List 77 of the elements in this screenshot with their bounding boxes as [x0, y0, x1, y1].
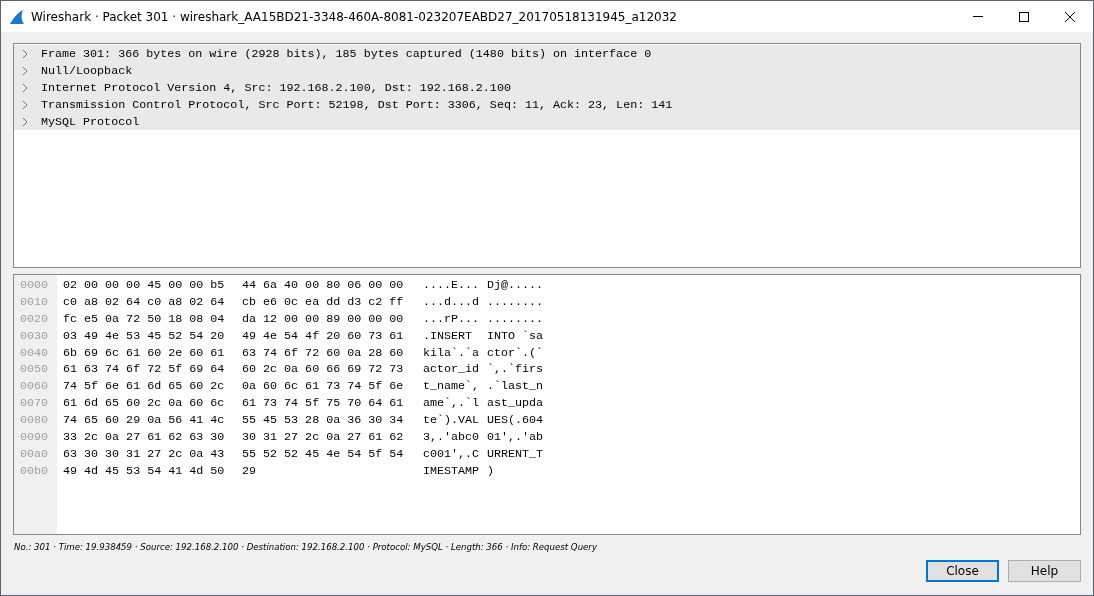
ascii-text: ....E... — [423, 277, 481, 294]
hex-bytes: 0a 60 6c 61 73 74 5f 6e — [242, 378, 405, 396]
ascii-text: INTO `sa — [487, 327, 545, 345]
chevron-right-icon[interactable] — [21, 117, 29, 126]
hex-bytes: 49 4e 54 4f 20 60 73 61 — [242, 327, 405, 345]
byte-offset: 0060 — [19, 378, 50, 396]
byte-offset: 0090 — [19, 429, 50, 446]
ascii-text: `,.`firs — [487, 361, 545, 379]
byte-offset: 0030 — [19, 327, 50, 345]
hex-bytes: 63 74 6f 72 60 0a 28 60 — [242, 344, 405, 362]
ascii-text: te`).VAL — [423, 412, 481, 430]
ascii-text: ast_upda — [487, 395, 545, 413]
hex-bytes: 30 31 27 2c 0a 27 61 62 — [242, 429, 405, 446]
ascii-text: .INSERT — [423, 327, 474, 345]
hex-bytes: 33 2c 0a 27 61 62 63 30 — [63, 429, 226, 446]
hex-bytes: 74 5f 6e 61 6d 65 60 2c — [63, 378, 226, 396]
help-button[interactable]: Help — [1008, 560, 1081, 582]
ascii-text: 3,.'abc0 — [423, 429, 481, 446]
ascii-text: Dj@..... — [487, 277, 545, 294]
ascii-text: ctor`.(` — [487, 344, 545, 362]
shark-fin-icon — [9, 8, 25, 25]
hex-bytes: 55 45 53 28 0a 36 30 34 — [242, 412, 405, 430]
ascii-text: ........ — [487, 310, 545, 328]
byte-offset: 0070 — [19, 395, 50, 413]
byte-offset: 00a0 — [19, 445, 50, 463]
hex-bytes: 61 73 74 5f 75 70 64 61 — [242, 395, 405, 413]
hex-bytes: 49 4d 45 53 54 41 4d 50 — [63, 462, 226, 480]
ascii-text: ...rP... — [423, 310, 481, 328]
window-title: Wireshark · Packet 301 · wireshark_AA15BD21-3348-460A-8081-023207EABD27_20170518131945_a12032 — [31, 9, 678, 24]
byte-offset: 0020 — [19, 310, 50, 328]
hex-bytes: 61 63 74 6f 72 5f 69 64 — [63, 361, 226, 379]
tree-item[interactable]: Internet Protocol Version 4, Src: 192.168.2.100, Dst: 192.168.2.100 — [14, 79, 1080, 96]
chevron-right-icon[interactable] — [21, 66, 29, 75]
packet-summary: No.: 301 · Time: 19.938459 · Source: 192.168.2.100 · Destination: 192.168.2.100 · Protocol: MySQL · Length: 366 · Info: Request Query — [14, 542, 597, 552]
close-button[interactable]: Close — [926, 560, 999, 582]
hex-bytes: 60 2c 0a 60 66 69 72 73 — [242, 361, 405, 379]
byte-offset: 0040 — [19, 344, 50, 362]
byte-offset: 0000 — [19, 277, 50, 294]
hex-bytes: cb e6 0c ea dd d3 c2 ff — [242, 293, 405, 311]
chevron-right-icon[interactable] — [21, 100, 29, 109]
chevron-right-icon[interactable] — [21, 83, 29, 92]
hex-bytes: 55 52 52 45 4e 54 5f 54 — [242, 445, 405, 463]
ascii-text: IMESTAMP — [423, 462, 481, 480]
ascii-text: ame`,.`l — [423, 395, 481, 413]
hex-bytes: 02 00 00 00 45 00 00 b5 — [63, 277, 226, 294]
close-icon[interactable] — [1065, 11, 1075, 22]
tree-item[interactable]: Null/Loopback — [14, 62, 1080, 79]
hex-bytes: c0 a8 02 64 c0 a8 02 64 — [63, 293, 226, 311]
hex-bytes: 6b 69 6c 61 60 2e 60 61 — [63, 344, 226, 362]
ascii-text: UES(.604 — [487, 412, 545, 430]
ascii-text: ) — [487, 462, 495, 480]
byte-offset: 00b0 — [19, 462, 50, 480]
hex-bytes: 29 — [242, 462, 258, 480]
ascii-text: URRENT_T — [487, 445, 545, 463]
hex-bytes: 03 49 4e 53 45 52 54 20 — [63, 327, 226, 345]
chevron-right-icon[interactable] — [21, 49, 29, 58]
maximize-icon[interactable] — [1019, 11, 1029, 22]
hex-bytes: 61 6d 65 60 2c 0a 60 6c — [63, 395, 226, 413]
byte-offset: 0010 — [19, 293, 50, 311]
tree-item[interactable]: MySQL Protocol — [14, 113, 1080, 130]
ascii-text: 01',.'ab — [487, 429, 545, 446]
ascii-text: ........ — [487, 293, 545, 311]
hex-bytes: 74 65 60 29 0a 56 41 4c — [63, 412, 226, 430]
hex-bytes: fc e5 0a 72 50 18 08 04 — [63, 310, 226, 328]
byte-offset: 0050 — [19, 361, 50, 379]
ascii-text: t_name`, — [423, 378, 481, 396]
ascii-text: .`last_n — [487, 378, 545, 396]
hex-bytes: 44 6a 40 00 80 06 00 00 — [242, 277, 405, 294]
ascii-text: kila`.`a — [423, 344, 481, 362]
ascii-text: actor_id — [423, 361, 481, 379]
hex-bytes: da 12 00 00 89 00 00 00 — [242, 310, 405, 328]
hex-bytes: 63 30 30 31 27 2c 0a 43 — [63, 445, 226, 463]
tree-item[interactable]: Transmission Control Protocol, Src Port: 52198, Dst Port: 3306, Seq: 11, Ack: 23, Len: 141 — [14, 96, 1080, 113]
byte-offset: 0080 — [19, 412, 50, 429]
tree-item[interactable]: Frame 301: 366 bytes on wire (2928 bits), 185 bytes captured (1480 bits) on interface 0 — [14, 45, 1080, 62]
ascii-text: ...d...d — [423, 293, 481, 311]
ascii-text: c001',.C — [423, 445, 481, 463]
